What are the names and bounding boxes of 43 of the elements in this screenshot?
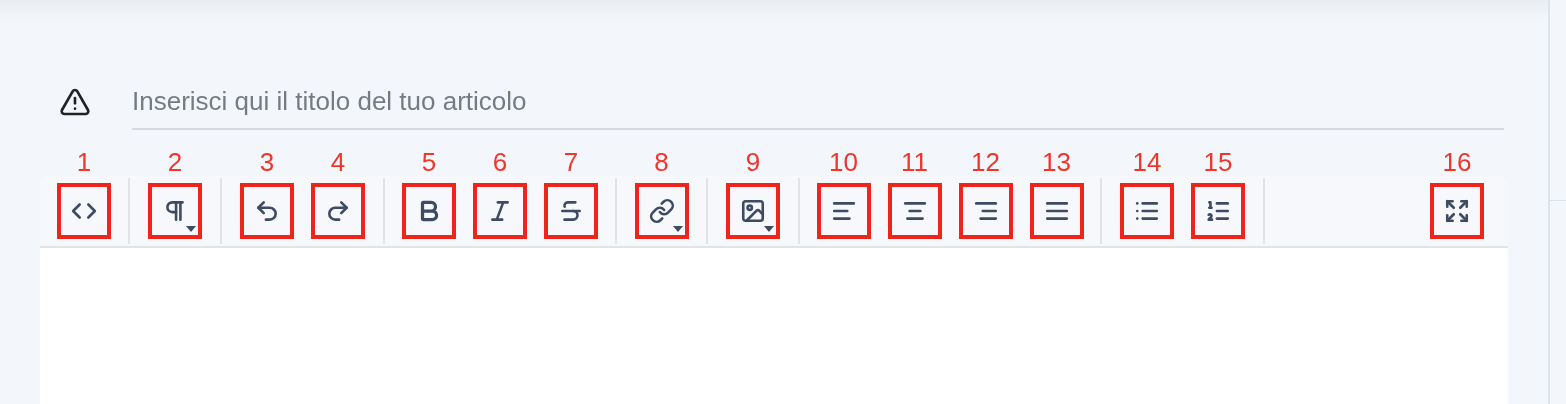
- toolbar-button[interactable]: [1430, 183, 1484, 239]
- annotation-number: 12: [971, 149, 1000, 175]
- redo-icon: [325, 198, 351, 224]
- toolbar-button[interactable]: [816, 183, 871, 239]
- fullscreen-icon: [1444, 198, 1470, 224]
- undo-icon: [254, 198, 280, 224]
- annotation-number: 16: [1442, 149, 1472, 175]
- toolbar-button[interactable]: [148, 183, 202, 239]
- toolbar-button[interactable]: [1191, 183, 1245, 239]
- annotation-number: 9: [745, 149, 761, 175]
- toolbar-button[interactable]: [473, 183, 527, 239]
- annotation-number: 4: [330, 149, 346, 175]
- annotation-number: 13: [1042, 149, 1071, 175]
- toolbar-button[interactable]: [634, 183, 689, 239]
- annotation-number: 1: [76, 149, 92, 175]
- toolbar-button[interactable]: [958, 183, 1013, 239]
- numbered-list-icon: [1205, 198, 1231, 224]
- toolbar-button[interactable]: [311, 183, 365, 239]
- caret-icon: [672, 226, 683, 232]
- annotation-number: 15: [1203, 149, 1233, 175]
- annotation-number: 3: [259, 149, 275, 175]
- toolbar-button[interactable]: [544, 183, 598, 239]
- toolbar-button[interactable]: [887, 183, 942, 239]
- annotation-number: 8: [654, 149, 669, 175]
- caret-icon: [186, 226, 196, 232]
- toolbar-button[interactable]: [57, 183, 111, 239]
- annotation-number: 11: [901, 149, 928, 175]
- toolbar-button[interactable]: [1120, 183, 1174, 239]
- annotation-number: 14: [1132, 149, 1162, 175]
- annotation-number: 10: [829, 149, 858, 175]
- caret-icon: [764, 226, 774, 232]
- title-field[interactable]: Inserisci qui il titolo del tuo articolo: [132, 74, 1504, 130]
- annotation-number: 2: [167, 149, 183, 175]
- image-icon: [740, 198, 766, 224]
- annotation-number: 7: [563, 149, 579, 175]
- toolbar-button[interactable]: [1029, 183, 1084, 239]
- link-icon: [648, 198, 675, 224]
- toolbar-button[interactable]: [402, 183, 456, 239]
- annotation-number: 6: [492, 149, 508, 175]
- toolbar-button[interactable]: [726, 183, 780, 239]
- annotation-number: 5: [421, 149, 437, 175]
- strikethrough-icon: [558, 198, 584, 224]
- toolbar-button[interactable]: [240, 183, 294, 239]
